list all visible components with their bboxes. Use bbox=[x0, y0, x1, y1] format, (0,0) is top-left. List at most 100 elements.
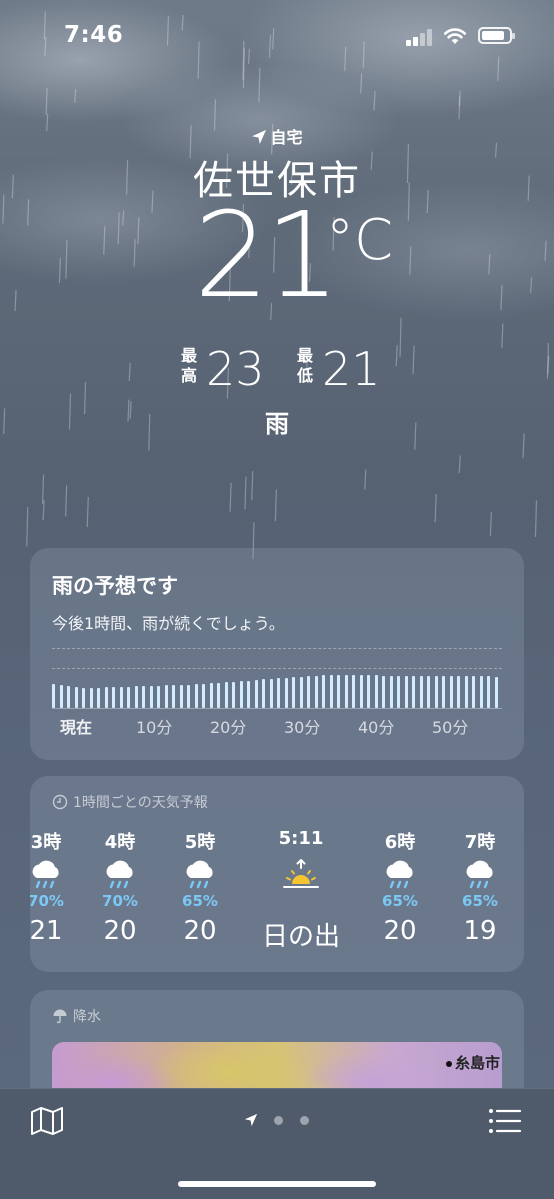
location-tag: 自宅 bbox=[0, 124, 554, 148]
precip-bar bbox=[277, 678, 280, 708]
precip-bar bbox=[194, 684, 198, 708]
precip-bar bbox=[322, 675, 325, 708]
clock-icon bbox=[52, 794, 68, 810]
precip-bar bbox=[389, 675, 393, 708]
precip-bar bbox=[262, 679, 265, 708]
precip-bar bbox=[299, 676, 303, 708]
rain-cloud-icon bbox=[160, 852, 240, 896]
rain-cloud-icon bbox=[30, 852, 86, 896]
precip-bar bbox=[247, 680, 250, 708]
precip-bar bbox=[232, 681, 235, 708]
hour-item[interactable]: 3時 70% 21 bbox=[30, 828, 86, 946]
precip-bar bbox=[74, 687, 78, 708]
hourly-forecast-card[interactable]: 1時間ごとの天気予報 3時 70% 21 4時 70% 20 5時 65% 20… bbox=[30, 776, 524, 972]
precip-bar bbox=[112, 687, 115, 708]
precip-bar bbox=[307, 676, 310, 708]
location-arrow-icon bbox=[252, 130, 267, 144]
precip-bar bbox=[427, 675, 430, 708]
precip-bar bbox=[464, 676, 468, 708]
precip-bar bbox=[284, 677, 288, 708]
umbrella-icon bbox=[53, 1009, 67, 1024]
precip-forecast-title: 雨の予想です bbox=[52, 574, 178, 598]
tick-50: 50分 bbox=[432, 718, 469, 737]
hour-item[interactable]: 5時 65% 20 bbox=[160, 828, 240, 946]
precip-bar bbox=[149, 685, 153, 708]
low-value: 21 bbox=[322, 342, 381, 396]
precip-bar bbox=[104, 687, 108, 708]
precip-bar bbox=[119, 686, 123, 708]
precip-bar bbox=[292, 677, 295, 708]
precip-bar bbox=[434, 675, 438, 708]
wifi-icon bbox=[443, 28, 467, 44]
precip-bar bbox=[487, 676, 490, 708]
rain-cloud-icon bbox=[80, 852, 160, 896]
list-icon[interactable] bbox=[488, 1107, 522, 1135]
sunrise-icon bbox=[256, 852, 346, 896]
tick-10: 10分 bbox=[136, 718, 173, 737]
map-place-label: 糸島市 bbox=[446, 1052, 500, 1073]
precip-bar bbox=[202, 683, 205, 708]
home-indicator[interactable] bbox=[178, 1181, 376, 1187]
precip-bar bbox=[157, 685, 160, 708]
precip-bar bbox=[352, 675, 355, 708]
precip-bar bbox=[172, 685, 175, 708]
precip-bar bbox=[187, 684, 190, 708]
status-bar: 7:46 bbox=[0, 0, 554, 72]
precip-bar bbox=[442, 676, 445, 708]
location-tag-label: 自宅 bbox=[270, 128, 303, 147]
precip-bar bbox=[209, 683, 213, 708]
precip-intensity-chart bbox=[52, 648, 502, 710]
map-icon[interactable] bbox=[30, 1105, 64, 1137]
page-dot bbox=[300, 1116, 309, 1125]
precip-bar bbox=[269, 678, 273, 708]
precip-bar bbox=[134, 686, 138, 708]
low-label: 最低 bbox=[296, 346, 313, 385]
precip-bar bbox=[337, 675, 340, 708]
tick-20: 20分 bbox=[210, 718, 247, 737]
precip-bar bbox=[82, 688, 85, 708]
precip-bar bbox=[367, 675, 370, 708]
precip-bar bbox=[254, 679, 258, 708]
precip-bar bbox=[89, 687, 93, 708]
precip-bar bbox=[374, 675, 378, 708]
precip-bar bbox=[217, 682, 220, 708]
precip-forecast-card[interactable]: 雨の予想です 今後1時間、雨が続くでしょう。 現在 10分 20分 30分 40… bbox=[30, 548, 524, 760]
precip-bar bbox=[127, 686, 130, 708]
battery-icon bbox=[478, 27, 515, 44]
precip-bar bbox=[397, 675, 400, 708]
location-arrow-icon bbox=[244, 1113, 258, 1127]
bottom-toolbar bbox=[0, 1088, 554, 1199]
precip-bar bbox=[494, 676, 498, 708]
hour-item[interactable]: 4時 70% 20 bbox=[80, 828, 160, 946]
precip-bar bbox=[52, 684, 55, 708]
precip-bar bbox=[314, 675, 318, 708]
tick-now: 現在 bbox=[60, 718, 93, 737]
precip-bar bbox=[344, 675, 348, 708]
rain-cloud-icon bbox=[440, 852, 520, 896]
hour-item[interactable]: 6時 65% 20 bbox=[360, 828, 440, 946]
high-value: 23 bbox=[206, 342, 265, 396]
precip-bar bbox=[404, 675, 408, 708]
page-indicator[interactable] bbox=[240, 1111, 320, 1131]
precip-time-axis: 現在 10分 20分 30分 40分 50分 bbox=[52, 714, 512, 737]
precip-bar bbox=[472, 676, 475, 708]
cellular-signal-icon bbox=[406, 28, 434, 46]
precip-bar bbox=[479, 676, 483, 708]
hourly-forecast-label: 1時間ごとの天気予報 bbox=[52, 792, 208, 812]
hour-item[interactable]: 7時 65% 19 bbox=[440, 828, 520, 946]
temperature-unit: °C bbox=[326, 208, 394, 273]
page-dot bbox=[274, 1116, 283, 1125]
precip-bar bbox=[359, 675, 363, 708]
precip-bar bbox=[457, 676, 460, 708]
rain-cloud-icon bbox=[360, 852, 440, 896]
weather-condition: 雨 bbox=[265, 410, 289, 438]
precip-forecast-description: 今後1時間、雨が続くでしょう。 bbox=[52, 614, 285, 633]
precip-bar bbox=[179, 684, 183, 708]
precip-bar bbox=[419, 675, 423, 708]
precip-bar bbox=[67, 686, 70, 708]
precip-bar bbox=[329, 675, 333, 708]
precipitation-label: 降水 bbox=[52, 1006, 101, 1026]
status-time: 7:46 bbox=[64, 22, 124, 48]
tick-40: 40分 bbox=[358, 718, 395, 737]
sunrise-item[interactable]: 5:11 日の出 bbox=[256, 828, 346, 953]
